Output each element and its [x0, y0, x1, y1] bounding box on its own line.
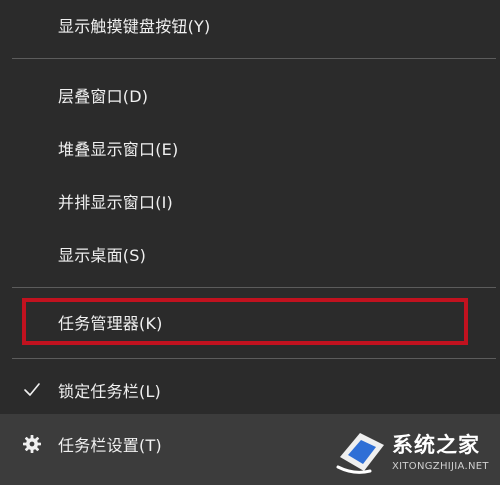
menu-item-label: 堆叠显示窗口(E) [58, 140, 179, 159]
menu-item-label: 显示桌面(S) [58, 246, 147, 265]
check-icon [24, 383, 40, 396]
watermark-subtitle: XITONGZHIJIA.NET [392, 461, 489, 472]
menu-item-show-desktop[interactable]: 显示桌面(S) [0, 234, 500, 274]
menu-separator [12, 358, 496, 359]
watermark-logo [336, 433, 384, 474]
menu-item-cascade-windows[interactable]: 层叠窗口(D) [0, 75, 500, 115]
watermark-title: 系统之家 [392, 433, 480, 457]
menu-item-stacked-windows[interactable]: 堆叠显示窗口(E) [0, 128, 500, 168]
menu-separator [12, 58, 496, 59]
menu-item-lock-taskbar[interactable]: 锁定任务栏(L) [0, 370, 500, 410]
annotation-highlight-box [22, 298, 468, 345]
menu-item-label: 层叠窗口(D) [58, 87, 149, 106]
menu-separator [12, 287, 496, 288]
menu-item-label: 任务栏设置(T) [58, 436, 162, 455]
menu-item-label: 并排显示窗口(I) [58, 193, 174, 212]
menu-item-side-by-side-windows[interactable]: 并排显示窗口(I) [0, 181, 500, 221]
menu-item-show-touch-keyboard[interactable]: 显示触摸键盘按钮(Y) [0, 5, 500, 45]
gear-icon [23, 435, 41, 453]
watermark: 系统之家 XITONGZHIJIA.NET [334, 425, 494, 481]
menu-item-label: 锁定任务栏(L) [58, 382, 161, 401]
taskbar-context-menu: 显示触摸键盘按钮(Y) 层叠窗口(D) 堆叠显示窗口(E) 并排显示窗口(I) … [0, 0, 500, 485]
menu-item-label: 显示触摸键盘按钮(Y) [58, 17, 211, 36]
